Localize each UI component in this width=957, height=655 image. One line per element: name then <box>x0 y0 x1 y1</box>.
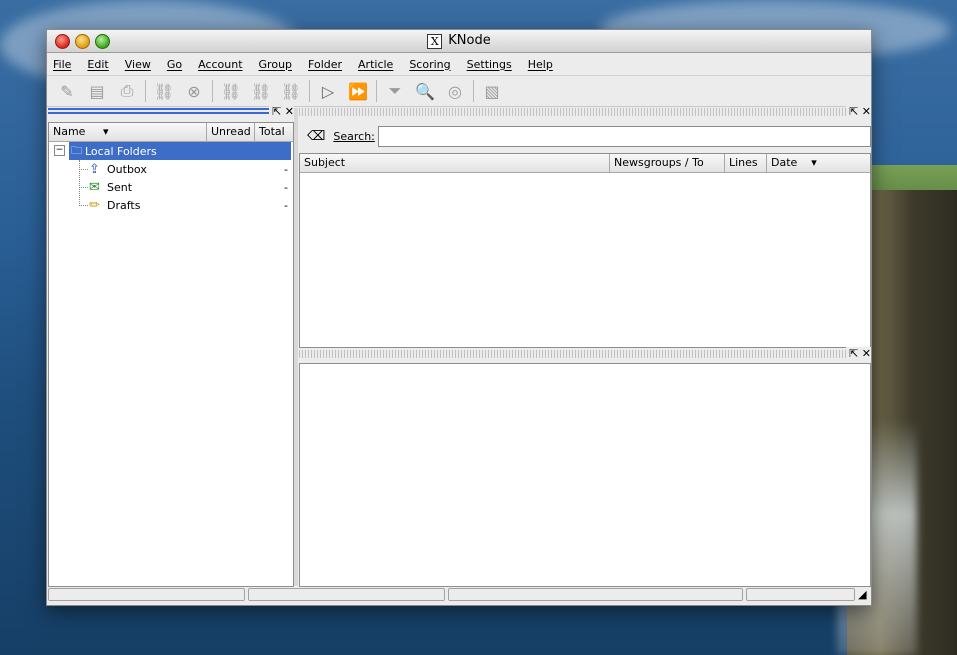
column-total[interactable]: Total <box>255 123 291 141</box>
x11-icon: X <box>427 34 443 49</box>
main-toolbar: ✎ ▤ ⎙ ⛓ ⊗ ⛓ ⛓ ⛓ ▷ ⏩ ⏷ 🔍 ◎ ▧ <box>47 76 871 107</box>
article-list: Subject Newsgroups / To Lines Date ▾ <box>299 153 871 348</box>
next-unread-group-icon[interactable]: ⏩ <box>346 79 370 103</box>
menu-scoring[interactable]: Scoring <box>409 58 450 71</box>
cancel-icon[interactable]: ⊗ <box>182 79 206 103</box>
sent-icon: ✉ <box>89 179 100 195</box>
dock-controls[interactable]: ⇱ ✕ <box>846 347 871 360</box>
tree-row-drafts[interactable]: ✏ Drafts - <box>49 187 293 214</box>
column-lines[interactable]: Lines <box>725 154 767 172</box>
tree-row-root[interactable]: − 🗀 Local Folders <box>49 142 293 160</box>
menu-go[interactable]: Go <box>167 58 182 71</box>
column-subject[interactable]: Subject <box>300 154 610 172</box>
sort-down-icon: ▾ <box>102 125 109 138</box>
search-icon[interactable]: 🔍 <box>413 79 437 103</box>
filter-icon[interactable]: ⏷ <box>383 79 407 103</box>
outbox-icon: ⇪ <box>89 161 100 177</box>
article-pane-grip[interactable]: ⇱ ✕ <box>299 105 871 118</box>
window-title: X KNode <box>47 33 871 49</box>
menu-help[interactable]: Help <box>528 58 553 71</box>
menu-view[interactable]: View <box>125 58 151 71</box>
fetch-all-icon[interactable]: ⛓ <box>249 79 273 103</box>
article-viewer[interactable] <box>299 363 871 587</box>
tree-label: Local Folders <box>85 144 157 158</box>
folder-tree: Name ▾ Unread Total − 🗀 Local Folders ⇪ … <box>48 122 294 587</box>
next-unread-icon[interactable]: ▷ <box>316 79 340 103</box>
fetch-icon[interactable]: ⛓ <box>219 79 243 103</box>
folder-pane-dock: ⇱ ✕ <box>48 105 294 118</box>
folder-tree-header: Name ▾ Unread Total <box>49 123 293 142</box>
print-icon[interactable]: ⎙ <box>115 79 139 103</box>
folder-pane-grip[interactable]: ⇱ ✕ <box>48 105 294 118</box>
tree-label: Drafts <box>107 198 141 212</box>
clear-search-icon[interactable]: ⌫ <box>307 129 325 144</box>
collapse-icon[interactable]: − <box>54 145 65 156</box>
subscribe-icon[interactable]: ⛓ <box>152 79 176 103</box>
status-field-1 <box>48 588 246 601</box>
search-label: Search: <box>333 129 375 143</box>
menu-folder[interactable]: Folder <box>308 58 342 71</box>
status-field-2 <box>248 588 446 601</box>
menu-edit[interactable]: Edit <box>87 58 108 71</box>
column-name[interactable]: Name ▾ <box>49 123 207 141</box>
article-pane-dock: ⇱ ✕ <box>299 105 871 118</box>
viewer-pane-grip[interactable]: ⇱ ✕ <box>299 347 871 360</box>
knode-window: X KNode File Edit View Go Account Group F… <box>46 29 872 606</box>
menu-file[interactable]: File <box>53 58 71 71</box>
column-unread[interactable]: Unread <box>207 123 255 141</box>
view-source-icon[interactable]: ▧ <box>480 79 504 103</box>
tree-total: - <box>284 198 288 212</box>
tree-label: Sent <box>107 180 133 194</box>
menu-bar: File Edit View Go Account Group Folder A… <box>47 53 871 76</box>
vertical-splitter[interactable] <box>294 108 298 586</box>
search-input[interactable] <box>377 125 871 147</box>
status-bar: ◢ <box>47 588 871 604</box>
menu-group[interactable]: Group <box>259 58 293 71</box>
status-field-3 <box>448 588 743 601</box>
watch-icon[interactable]: ◎ <box>443 79 467 103</box>
status-field-4 <box>745 588 856 601</box>
article-list-header: Subject Newsgroups / To Lines Date ▾ <box>300 154 870 173</box>
window-title-text: KNode <box>448 33 491 48</box>
menu-account[interactable]: Account <box>198 58 242 71</box>
column-newsgroups[interactable]: Newsgroups / To <box>610 154 725 172</box>
menu-article[interactable]: Article <box>358 58 393 71</box>
menu-settings[interactable]: Settings <box>467 58 512 71</box>
viewer-pane-dock: ⇱ ✕ <box>299 347 871 360</box>
sort-down-icon: ▾ <box>811 156 817 169</box>
resize-grip-icon[interactable]: ◢ <box>858 588 868 601</box>
drafts-icon: ✏ <box>89 197 100 213</box>
post-icon[interactable]: ⛓ <box>279 79 303 103</box>
new-article-icon[interactable]: ✎ <box>55 79 79 103</box>
search-bar: ⌫ Search: <box>299 123 871 149</box>
title-bar[interactable]: X KNode <box>47 30 871 53</box>
column-date[interactable]: Date ▾ <box>767 154 868 172</box>
tree-item-local-folders[interactable]: 🗀 Local Folders <box>69 142 291 160</box>
dock-controls[interactable]: ⇱ ✕ <box>846 105 871 118</box>
dock-controls[interactable]: ⇱ ✕ <box>269 105 294 118</box>
tree-total: - <box>284 180 288 194</box>
save-icon[interactable]: ▤ <box>85 79 109 103</box>
tree-label: Outbox <box>107 162 147 176</box>
tree-total: - <box>284 162 288 176</box>
folder-icon: 🗀 <box>71 143 82 157</box>
